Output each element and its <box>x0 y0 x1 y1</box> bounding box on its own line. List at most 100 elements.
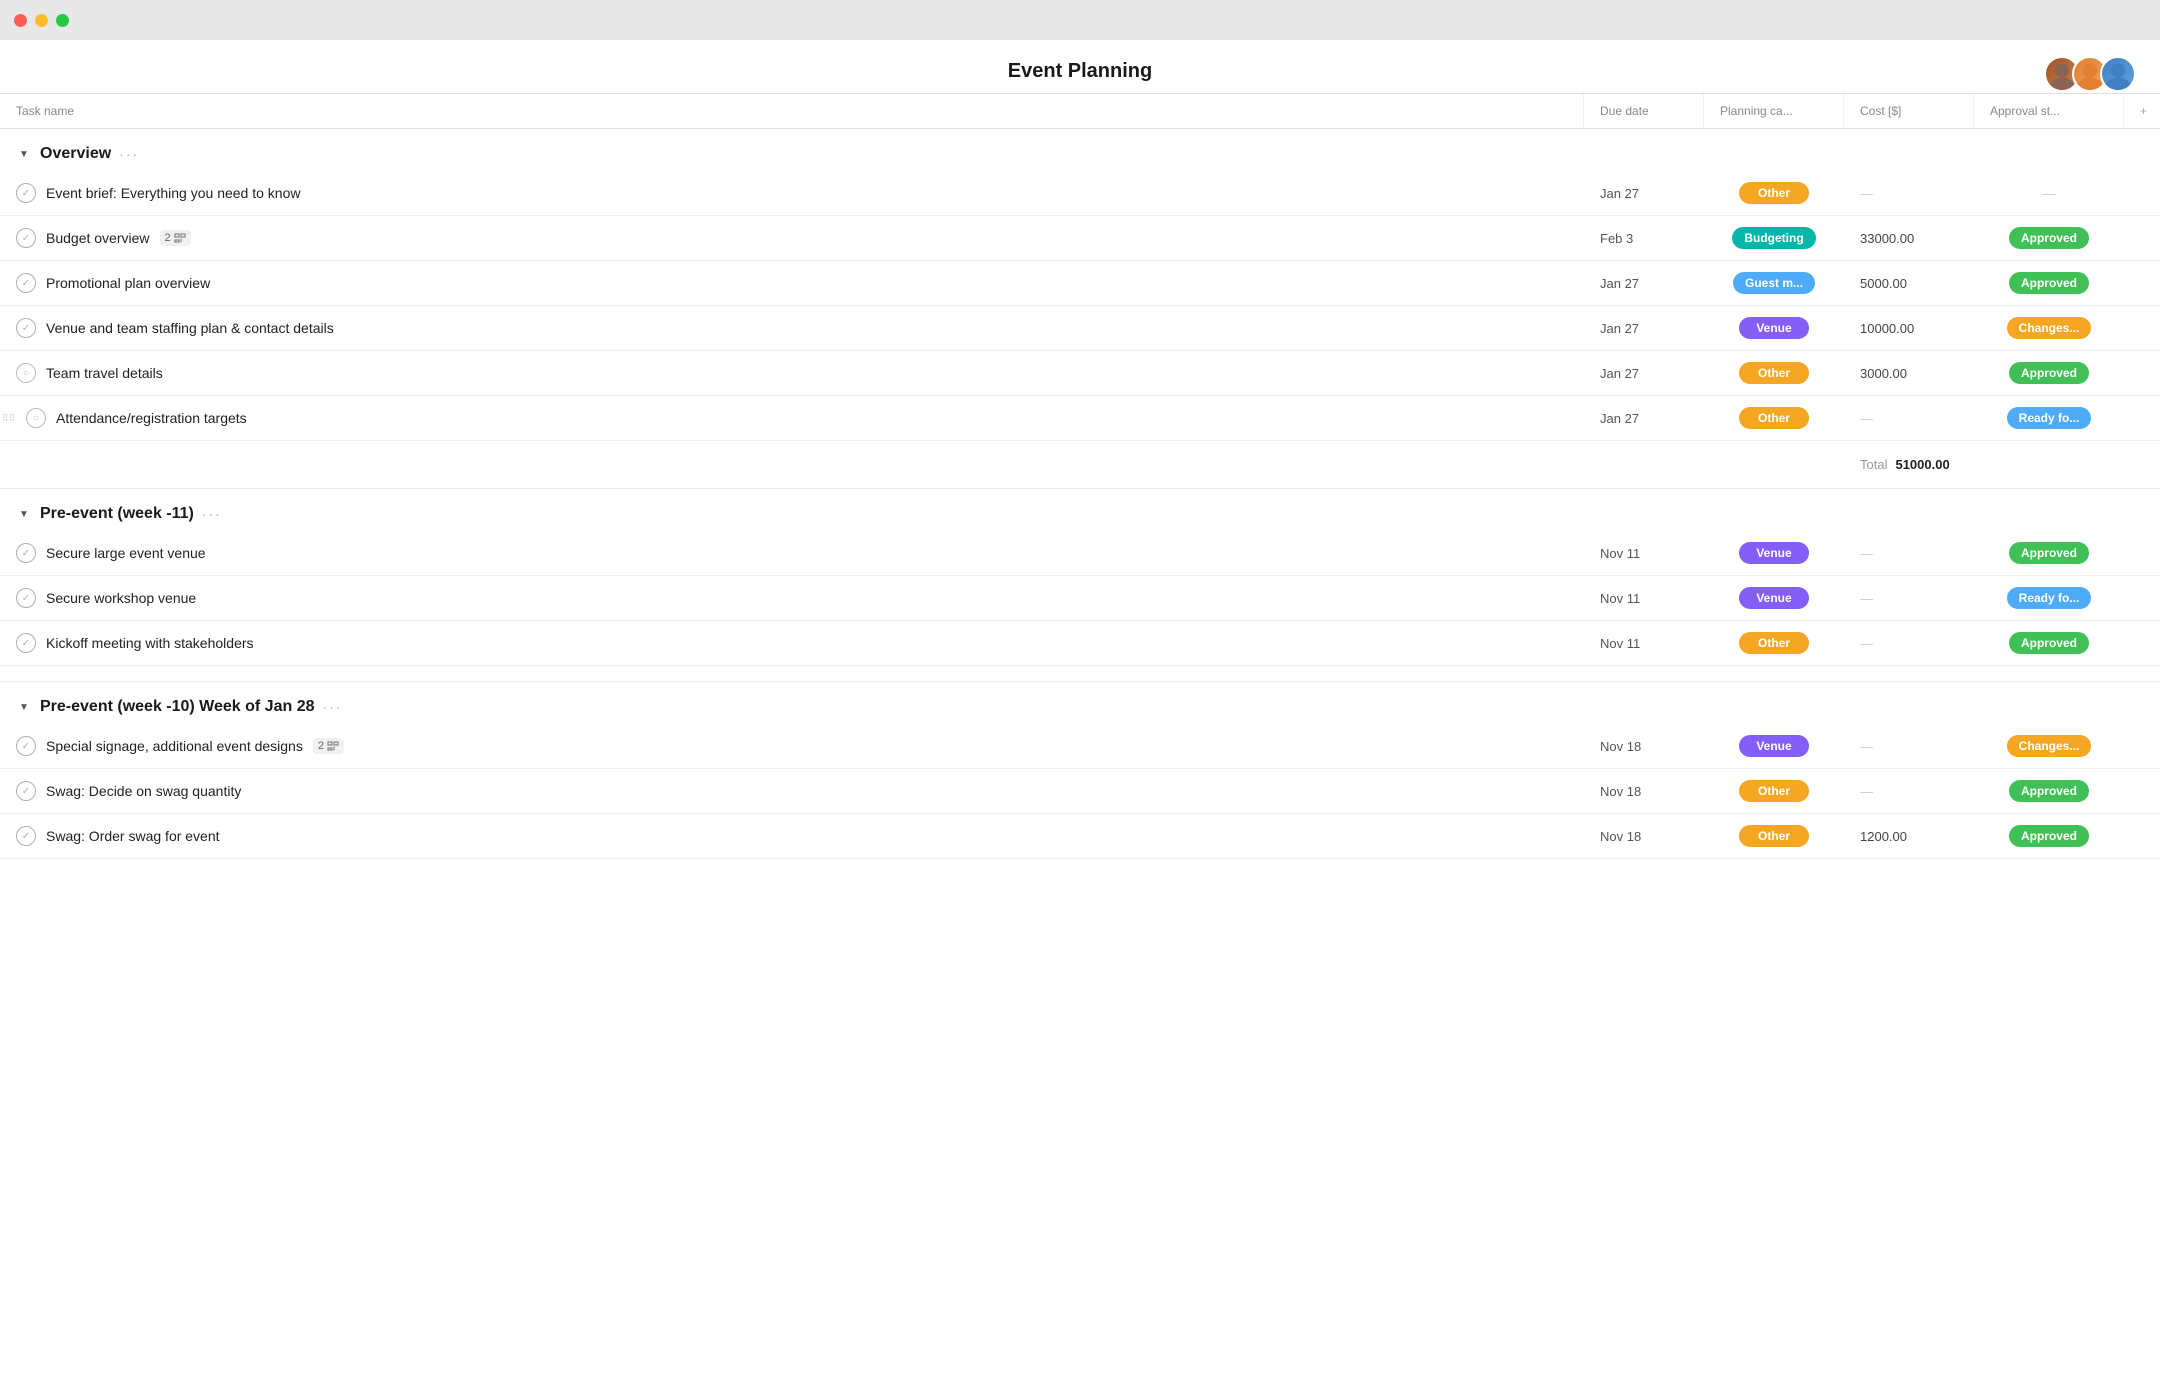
approval-badge[interactable]: Changes... <box>2007 317 2092 339</box>
row-options[interactable] <box>2124 275 2160 291</box>
total-label: Total <box>1860 457 1887 472</box>
approval-badge[interactable]: Approved <box>2009 825 2089 847</box>
planning-badge[interactable]: Venue <box>1739 587 1809 609</box>
approval-badge[interactable]: Ready fo... <box>2007 587 2092 609</box>
planning-badge[interactable]: Other <box>1739 825 1809 847</box>
approval-cell[interactable]: Ready fo... <box>1974 579 2124 617</box>
check-icon[interactable]: ✓ <box>16 633 36 653</box>
close-button[interactable] <box>14 14 27 27</box>
cost-cell: 3000.00 <box>1844 354 1974 393</box>
task-name: Venue and team staffing plan & contact d… <box>46 320 334 336</box>
approval-cell[interactable]: Approved <box>1974 219 2124 257</box>
approval-badge[interactable]: Approved <box>2009 780 2089 802</box>
subtask-count: 2 <box>318 740 324 752</box>
col-cost[interactable]: Cost [$] <box>1844 94 1974 128</box>
col-due-date[interactable]: Due date <box>1584 94 1704 128</box>
avatar-user3[interactable] <box>2100 56 2136 92</box>
planning-badge[interactable]: Other <box>1739 362 1809 384</box>
planning-cat-cell[interactable]: Other <box>1704 399 1844 437</box>
planning-badge[interactable]: Other <box>1739 632 1809 654</box>
minimize-button[interactable] <box>35 14 48 27</box>
task-cell: ✓ Secure large event venue <box>0 531 1584 575</box>
row-options[interactable] <box>2124 738 2160 754</box>
table-row: ✓ Kickoff meeting with stakeholders Nov … <box>0 621 2160 666</box>
approval-cell[interactable]: Approved <box>1974 534 2124 572</box>
overview-dots[interactable]: ··· <box>119 146 139 162</box>
planning-cat-cell[interactable]: Other <box>1704 354 1844 392</box>
row-options[interactable] <box>2124 783 2160 799</box>
due-date-cell: Jan 27 <box>1584 264 1704 303</box>
row-options[interactable] <box>2124 590 2160 606</box>
planning-cat-cell[interactable]: Other <box>1704 624 1844 662</box>
planning-badge[interactable]: Other <box>1739 407 1809 429</box>
approval-cell[interactable]: Approved <box>1974 624 2124 662</box>
row-options[interactable] <box>2124 828 2160 844</box>
row-options[interactable] <box>2124 410 2160 426</box>
approval-cell[interactable]: Approved <box>1974 772 2124 810</box>
approval-cell[interactable]: Approved <box>1974 354 2124 392</box>
approval-cell[interactable]: Ready fo... <box>1974 399 2124 437</box>
cost-cell: — <box>1844 579 1974 618</box>
planning-badge[interactable]: Budgeting <box>1732 227 1815 249</box>
approval-badge[interactable]: Approved <box>2009 362 2089 384</box>
planning-cat-cell[interactable]: Venue <box>1704 309 1844 347</box>
pre-event-11-toggle[interactable]: ▼ <box>16 506 32 522</box>
planning-badge[interactable]: Guest m... <box>1733 272 1815 294</box>
check-icon[interactable]: ✓ <box>16 543 36 563</box>
planning-cat-cell[interactable]: Venue <box>1704 534 1844 572</box>
check-icon[interactable]: ○ <box>26 408 46 428</box>
planning-cat-cell[interactable]: Other <box>1704 174 1844 212</box>
check-icon[interactable]: ✓ <box>16 736 36 756</box>
maximize-button[interactable] <box>56 14 69 27</box>
row-options[interactable] <box>2124 635 2160 651</box>
col-add[interactable]: + <box>2124 94 2160 128</box>
planning-badge[interactable]: Venue <box>1739 317 1809 339</box>
planning-badge[interactable]: Venue <box>1739 542 1809 564</box>
planning-cat-cell[interactable]: Budgeting <box>1704 219 1844 257</box>
planning-cat-cell[interactable]: Other <box>1704 772 1844 810</box>
row-options[interactable] <box>2124 365 2160 381</box>
check-icon[interactable]: ✓ <box>16 318 36 338</box>
row-options[interactable] <box>2124 185 2160 201</box>
check-icon[interactable]: ✓ <box>16 183 36 203</box>
approval-badge[interactable]: Approved <box>2009 227 2089 249</box>
col-approval[interactable]: Approval st... <box>1974 94 2124 128</box>
check-icon[interactable]: ✓ <box>16 781 36 801</box>
planning-cat-cell[interactable]: Guest m... <box>1704 264 1844 302</box>
approval-cell[interactable]: Changes... <box>1974 727 2124 765</box>
planning-cat-cell[interactable]: Venue <box>1704 727 1844 765</box>
planning-cat-cell[interactable]: Other <box>1704 817 1844 855</box>
pre-event-10-toggle[interactable]: ▼ <box>16 699 32 715</box>
planning-badge[interactable]: Other <box>1739 182 1809 204</box>
row-options[interactable] <box>2124 230 2160 246</box>
row-options[interactable] <box>2124 545 2160 561</box>
approval-badge[interactable]: Changes... <box>2007 735 2092 757</box>
approval-badge[interactable]: Approved <box>2009 632 2089 654</box>
subtask-badge[interactable]: 2 <box>160 230 191 246</box>
row-options[interactable] <box>2124 320 2160 336</box>
app-header: Event Planning <box>0 40 2160 93</box>
col-planning-cat[interactable]: Planning ca... <box>1704 94 1844 128</box>
pre-event-11-dots[interactable]: ··· <box>202 506 222 522</box>
check-icon[interactable]: ✓ <box>16 228 36 248</box>
subtask-badge[interactable]: 2 <box>313 738 344 754</box>
col-task-name[interactable]: Task name <box>0 94 1584 128</box>
check-icon[interactable]: ○ <box>16 363 36 383</box>
section-spacer <box>0 666 2160 682</box>
overview-toggle[interactable]: ▼ <box>16 146 32 162</box>
planning-badge[interactable]: Venue <box>1739 735 1809 757</box>
approval-cell[interactable]: Approved <box>1974 264 2124 302</box>
planning-cat-cell[interactable]: Venue <box>1704 579 1844 617</box>
approval-cell[interactable]: Approved <box>1974 817 2124 855</box>
approval-badge[interactable]: Ready fo... <box>2007 407 2092 429</box>
pre-event-10-dots[interactable]: ··· <box>323 699 343 715</box>
approval-cell[interactable]: Changes... <box>1974 309 2124 347</box>
approval-badge[interactable]: Approved <box>2009 272 2089 294</box>
task-name: Secure large event venue <box>46 545 206 561</box>
approval-badge[interactable]: Approved <box>2009 542 2089 564</box>
check-icon[interactable]: ✓ <box>16 273 36 293</box>
check-icon[interactable]: ✓ <box>16 588 36 608</box>
check-icon[interactable]: ✓ <box>16 826 36 846</box>
main-content: Event Planning Task name Due date Planni… <box>0 40 2160 1377</box>
planning-badge[interactable]: Other <box>1739 780 1809 802</box>
